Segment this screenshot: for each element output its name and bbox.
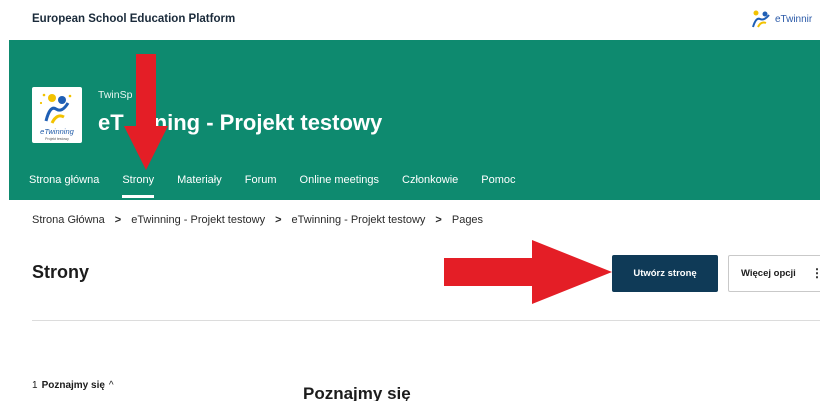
etwinning-logo-icon — [752, 10, 770, 28]
project-logo[interactable]: eTwinning Projekt testowy — [32, 87, 82, 143]
breadcrumb-project-space[interactable]: eTwinning - Projekt testowy — [292, 214, 426, 226]
project-logo-subcaption: Projekt testowy — [45, 137, 69, 141]
project-logo-caption: eTwinning — [40, 127, 74, 136]
create-page-button[interactable]: Utwórz stronę — [612, 255, 718, 292]
annotation-arrow-right-icon — [444, 240, 612, 304]
project-title-prefix: eT — [98, 110, 124, 135]
breadcrumb: Strona Główna > eTwinning - Projekt test… — [32, 214, 483, 226]
toc-item-number: 1 — [32, 380, 38, 391]
nav-item-home[interactable]: Strona główna — [29, 168, 99, 198]
annotation-arrow-down-icon — [124, 54, 168, 170]
nav-item-forum[interactable]: Forum — [245, 168, 277, 198]
nav-item-online-meetings[interactable]: Online meetings — [300, 168, 380, 198]
etwinning-logo[interactable]: eTwinnir — [750, 9, 812, 29]
toc-item-label: Poznajmy się — [41, 380, 105, 391]
page-title: Strony — [32, 262, 90, 282]
etwinning-figure-icon — [39, 93, 72, 124]
nav-item-members[interactable]: Członkowie — [402, 168, 458, 198]
top-bar: European School Education Platform eTwin… — [0, 0, 820, 40]
breadcrumb-home[interactable]: Strona Główna — [32, 214, 105, 226]
breadcrumb-separator: > — [275, 214, 282, 226]
section-title: Poznajmy się — [303, 384, 411, 401]
chevron-up-icon[interactable]: ^ — [109, 380, 114, 391]
nav-item-help[interactable]: Pomoc — [481, 168, 515, 198]
divider — [32, 320, 820, 321]
project-nav: Strona główna Strony Materiały Forum Onl… — [29, 168, 539, 198]
nav-item-materials[interactable]: Materiały — [177, 168, 222, 198]
more-options-label: Więcej opcji — [741, 268, 796, 279]
project-title-suffix: ning - Projekt testowy — [153, 110, 383, 135]
breadcrumb-separator: > — [435, 214, 442, 226]
toc-item[interactable]: 1 Poznajmy się ^ — [32, 380, 114, 391]
breadcrumb-project[interactable]: eTwinning - Projekt testowy — [131, 214, 265, 226]
breadcrumb-separator: > — [114, 214, 122, 226]
more-options-icon: ⋮ — [811, 266, 820, 280]
more-options-button[interactable]: Więcej opcji ⋮ — [728, 255, 820, 292]
breadcrumb-pages: Pages — [451, 214, 484, 226]
platform-name[interactable]: European School Education Platform — [32, 13, 235, 25]
etwinning-logo-text: eTwinnir — [775, 13, 813, 25]
